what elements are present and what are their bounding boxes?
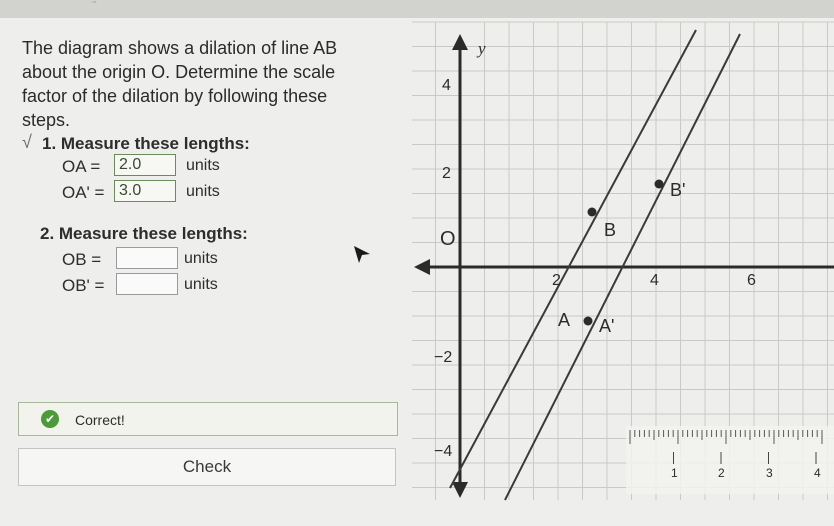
ruler-label: 4 [814,466,821,480]
y-tick-label: 4 [442,77,451,94]
y-axis-down-arrow-icon [452,482,468,498]
x-tick-label: 4 [650,272,659,289]
x-tick-label: 2 [552,272,561,289]
origin-label: O [440,228,456,250]
x-tick-label: 6 [747,272,756,289]
point-b-prime-dot[interactable] [654,179,664,189]
point-b-label: B [604,220,616,240]
y-tick-label: 2 [442,165,451,182]
ruler-label: 1 [671,466,678,480]
coordinate-graph: y O 2 4 6 4 2 −2 −4 A A' B B' 1 2 3 4 [412,21,834,501]
point-a-label: A [558,310,570,330]
point-a-prime-dot[interactable] [583,316,593,326]
y-tick-label: −2 [434,349,452,366]
y-axis-label: y [476,39,486,58]
measuring-ruler[interactable]: 1 2 3 4 [626,426,834,494]
ruler-label: 2 [718,466,725,480]
ruler-label: 3 [766,466,773,480]
point-b-dot[interactable] [587,207,597,217]
y-axis-up-arrow-icon [452,34,468,50]
line-ab [449,29,697,489]
y-tick-label: −4 [434,443,452,460]
point-a-prime-label: A' [599,316,614,336]
x-axis-left-arrow-icon [414,259,430,275]
point-b-prime-label: B' [670,180,685,200]
